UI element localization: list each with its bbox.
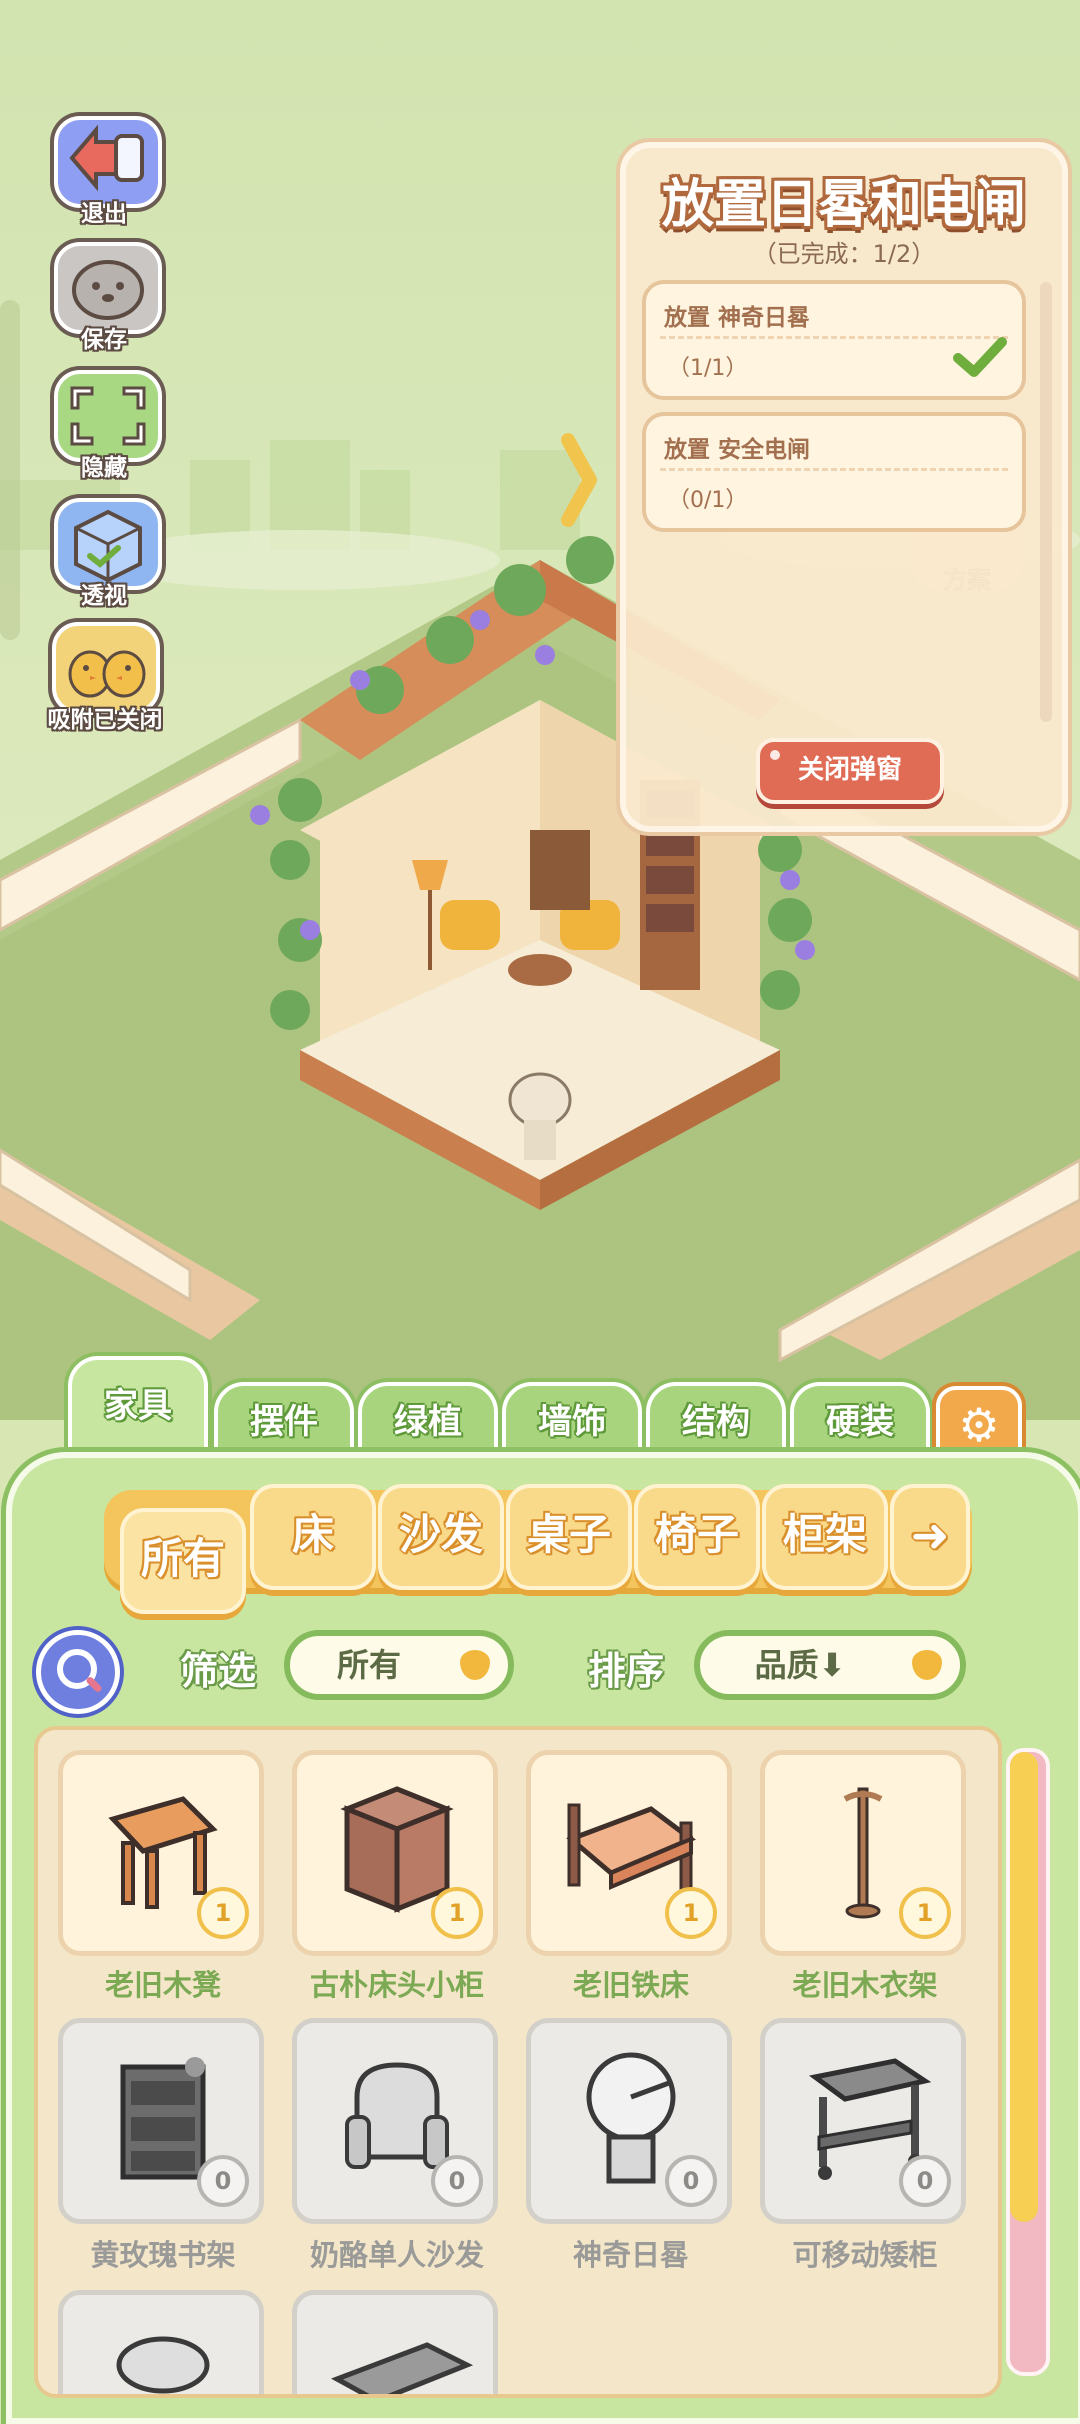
item-card[interactable]: 0 bbox=[526, 2018, 732, 2224]
item-card[interactable]: 1 bbox=[58, 1750, 264, 1956]
sort-dropdown[interactable]: 品质⬇ bbox=[694, 1630, 966, 1700]
item-card[interactable] bbox=[58, 2290, 264, 2394]
item-count-badge: 1 bbox=[431, 1887, 483, 1939]
item-grid: 1 1 1 1 0 0 0 0 bbox=[34, 1726, 1002, 2398]
snap-label: 吸附已关闭 bbox=[47, 707, 163, 733]
filter-value: 所有 bbox=[336, 1646, 401, 1684]
quest-item-count: （0/1） bbox=[668, 488, 748, 513]
quest-item-name: 放置 神奇日晷 bbox=[664, 305, 811, 331]
quest-item-name: 放置 安全电闸 bbox=[664, 437, 811, 463]
quest-scrollbar[interactable] bbox=[1040, 282, 1052, 722]
item-count-badge: 0 bbox=[665, 2155, 717, 2207]
subtab-bed[interactable]: 床 bbox=[250, 1484, 376, 1590]
hide-ui-button[interactable]: 隐藏 bbox=[50, 370, 162, 482]
quest-item: 放置 安全电闸 （0/1） bbox=[642, 412, 1026, 532]
item-name: 古朴床头小柜 bbox=[309, 1968, 484, 2002]
item-name: 奶酪单人沙发 bbox=[309, 2238, 484, 2272]
quest-item: 放置 神奇日晷 （1/1） bbox=[642, 280, 1026, 400]
sort-label: 排序 bbox=[588, 1649, 665, 1693]
filter-label: 筛选 bbox=[180, 1649, 257, 1693]
save-button[interactable]: 保存 bbox=[50, 242, 162, 354]
item-card[interactable]: 0 bbox=[292, 2018, 498, 2224]
filter-dropdown[interactable]: 所有 bbox=[284, 1630, 514, 1700]
item-name: 神奇日晷 bbox=[572, 2238, 689, 2272]
item-count-badge: 0 bbox=[431, 2155, 483, 2207]
item-card[interactable]: 1 bbox=[292, 1750, 498, 1956]
item-card[interactable]: 0 bbox=[58, 2018, 264, 2224]
item-card[interactable]: 1 bbox=[760, 1750, 966, 1956]
round-table-icon bbox=[116, 2336, 210, 2394]
item-count-badge: 0 bbox=[197, 2155, 249, 2207]
tab-furniture[interactable]: 家具 bbox=[68, 1356, 208, 1464]
subtab-cabinet[interactable]: 柜架 bbox=[762, 1484, 888, 1590]
close-popup-button[interactable]: 关闭弹窗 bbox=[756, 738, 944, 804]
next-subcategory-arrow-icon[interactable]: ➜ bbox=[890, 1484, 970, 1590]
perspective-label: 透视 bbox=[81, 583, 127, 609]
subtab-all[interactable]: 所有 bbox=[120, 1508, 246, 1614]
snap-toggle-button[interactable]: 吸附已关闭 bbox=[36, 622, 174, 734]
desk-icon bbox=[331, 2342, 474, 2394]
subtab-sofa[interactable]: 沙发 bbox=[378, 1484, 504, 1590]
save-label: 保存 bbox=[81, 327, 127, 353]
item-count-badge: 0 bbox=[899, 2155, 951, 2207]
sort-value: 品质⬇ bbox=[754, 1646, 846, 1684]
item-card[interactable] bbox=[292, 2290, 498, 2394]
close-popup-label: 关闭弹窗 bbox=[797, 755, 902, 785]
quest-popup: 放置日晷和电闸 （已完成：1/2） 放置 神奇日晷 （1/1） 放置 安全电闸 … bbox=[616, 138, 1072, 836]
item-count-badge: 1 bbox=[197, 1887, 249, 1939]
quest-progress: （已完成：1/2） bbox=[752, 240, 936, 268]
exit-button[interactable]: 退出 bbox=[50, 116, 162, 228]
item-name: 可移动矮柜 bbox=[792, 2238, 938, 2272]
item-name: 老旧铁床 bbox=[572, 1968, 689, 2002]
quest-title: 放置日晷和电闸 bbox=[661, 175, 1026, 235]
search-button[interactable] bbox=[36, 1630, 120, 1714]
item-card[interactable]: 0 bbox=[760, 2018, 966, 2224]
subtab-table[interactable]: 桌子 bbox=[506, 1484, 632, 1590]
perspective-button[interactable]: 透视 bbox=[50, 498, 162, 610]
hide-label: 隐藏 bbox=[81, 455, 127, 481]
item-count-badge: 1 bbox=[665, 1887, 717, 1939]
item-name: 老旧木凳 bbox=[104, 1968, 221, 2002]
item-name: 黄玫瑰书架 bbox=[90, 2238, 236, 2272]
quest-item-count: （1/1） bbox=[668, 356, 748, 381]
dropdown-arrow-icon bbox=[912, 1650, 942, 1680]
checkmark-icon bbox=[953, 337, 1007, 377]
scrollbar-thumb[interactable] bbox=[1010, 1752, 1038, 2222]
dropdown-arrow-icon bbox=[460, 1650, 490, 1680]
item-count-badge: 1 bbox=[899, 1887, 951, 1939]
subtab-chair[interactable]: 椅子 bbox=[634, 1484, 760, 1590]
item-card[interactable]: 1 bbox=[526, 1750, 732, 1956]
item-name: 老旧木衣架 bbox=[792, 1968, 938, 2002]
exit-label: 退出 bbox=[81, 201, 127, 227]
